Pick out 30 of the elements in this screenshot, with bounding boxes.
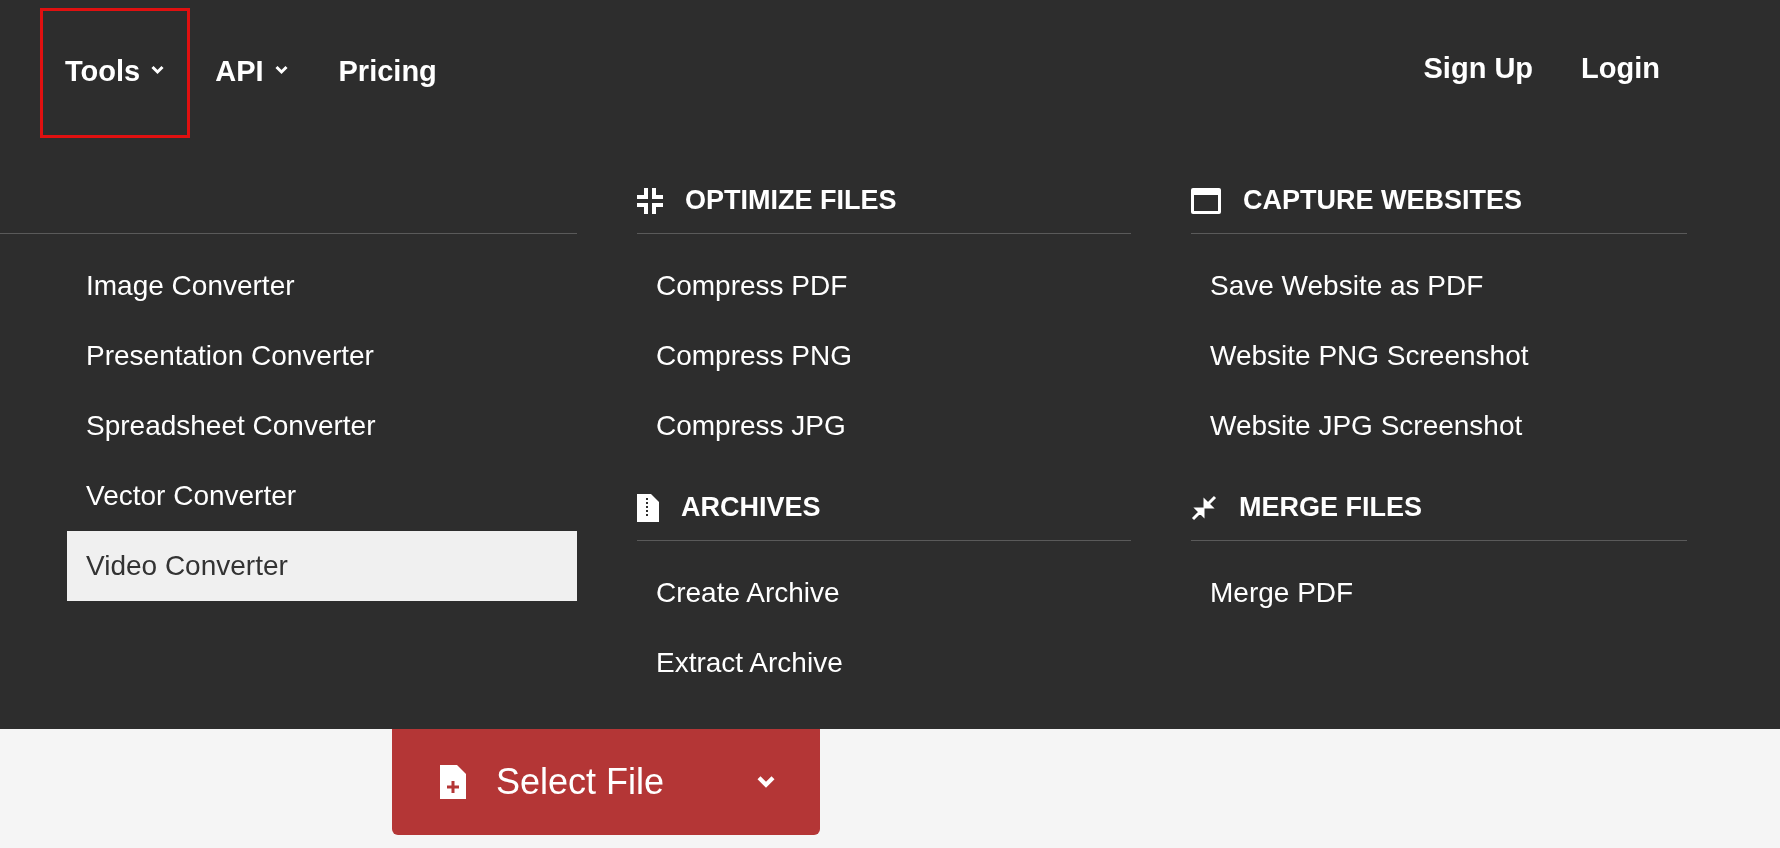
nav-link[interactable]: Tools [40,8,191,138]
menu-item[interactable]: Compress PDF [637,251,1131,321]
browser-window-icon [1191,187,1221,214]
menu-item[interactable]: Website JPG Screenshot [1191,391,1687,461]
compress-icon [637,187,663,214]
nav-link[interactable]: Pricing [313,8,462,138]
nav-link[interactable]: API [190,8,314,138]
file-icon [637,493,659,522]
section-heading: MERGE FILES [1239,492,1422,523]
section-heading: ARCHIVES [681,492,821,523]
menu-item[interactable]: Merge PDF [1191,558,1687,628]
caret-icon [756,775,776,789]
section-heading: OPTIMIZE FILES [685,185,897,216]
menu-item[interactable]: Website PNG Screenshot [1191,321,1687,391]
nav-link[interactable]: Sign Up [1423,52,1534,140]
menu-item[interactable]: Save Website as PDF [1191,251,1687,321]
arrows-inward-icon [1191,494,1217,521]
file-plus-icon [440,765,466,799]
menu-item[interactable]: Presentation Converter [67,321,577,391]
nav-link[interactable]: Login [1581,52,1660,140]
menu-item[interactable]: Spreadsheet Converter [67,391,577,461]
menu-item[interactable]: Create Archive [637,558,1131,628]
menu-item[interactable]: Extract Archive [637,628,1131,698]
menu-item[interactable]: Image Converter [67,251,577,321]
section-heading: CAPTURE WEBSITES [1243,185,1523,216]
select-file-button[interactable]: Select File [392,729,820,835]
menu-item[interactable]: Compress JPG [637,391,1131,461]
menu-item[interactable]: Video Converter [67,531,577,601]
menu-item[interactable]: Vector Converter [67,461,577,531]
menu-item[interactable]: Compress PNG [637,321,1131,391]
